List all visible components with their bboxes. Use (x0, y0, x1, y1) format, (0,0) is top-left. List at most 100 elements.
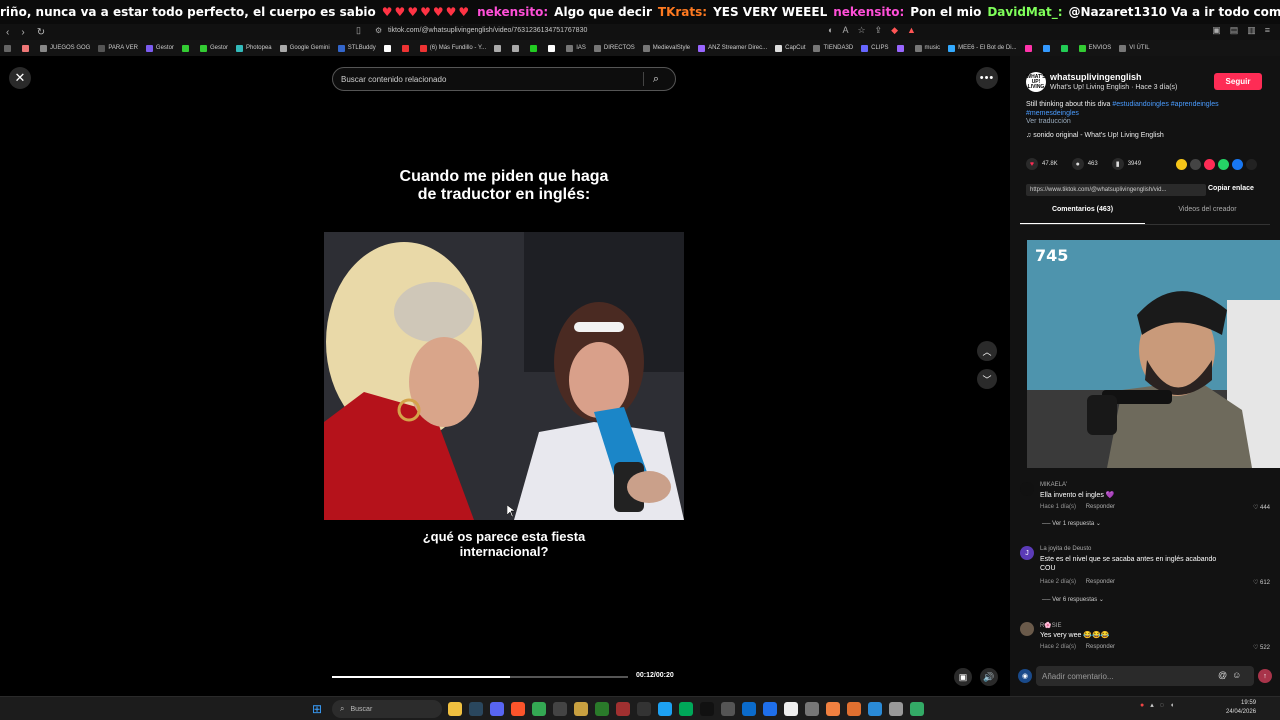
app-icon[interactable] (616, 702, 630, 716)
bookmark-item[interactable]: Gestor (199, 44, 228, 52)
app-icon[interactable] (700, 702, 714, 716)
bookmark-item[interactable]: Gestor (145, 44, 174, 52)
tray-icon[interactable]: ▴ (1150, 701, 1154, 709)
bookmark-item[interactable]: JUEGOS GOG (40, 44, 90, 52)
forward-icon[interactable]: › (21, 27, 24, 38)
warning-icon[interactable]: ▲ (907, 25, 916, 36)
post-link[interactable]: https://www.tiktok.com/@whatsuplivingeng… (1026, 184, 1206, 196)
bookmark-item[interactable]: MedievalStyle (642, 44, 690, 52)
bookmark-item[interactable] (896, 44, 907, 52)
app-icon[interactable] (868, 702, 882, 716)
app-icon[interactable] (784, 702, 798, 716)
bookmark-item[interactable]: music (914, 44, 940, 52)
app-icon[interactable] (574, 702, 588, 716)
send-comment-button[interactable]: ↑ (1258, 669, 1272, 683)
app-icon[interactable] (721, 702, 735, 716)
app-icon[interactable] (553, 702, 567, 716)
bookmark-item[interactable] (548, 44, 558, 52)
share-arrow-icon[interactable] (1246, 159, 1257, 170)
app-icon[interactable] (595, 702, 609, 716)
avatar[interactable]: J (1020, 546, 1034, 560)
reply-button[interactable]: Responder (1086, 579, 1115, 585)
follow-button[interactable]: Seguir (1214, 73, 1262, 90)
bookmark-item[interactable]: (6) Más Fundillo - Y... (419, 44, 486, 52)
mention-icon[interactable]: @ (1218, 670, 1227, 680)
app-icon[interactable] (910, 702, 924, 716)
bookmark-item[interactable] (1024, 44, 1035, 52)
bookmark-item[interactable]: ANZ Streamer Direc... (698, 44, 767, 52)
more-options-button[interactable]: ••• (976, 67, 998, 89)
app-icon[interactable] (826, 702, 840, 716)
bookmark-item[interactable] (494, 44, 504, 52)
comment-likes[interactable]: ♡ 612 (1253, 579, 1270, 586)
view-replies-button[interactable]: ── Ver 6 respuestas ⌄ (1042, 596, 1104, 603)
bookmark-item[interactable]: PARA VER (98, 44, 138, 52)
comment-icon[interactable]: ● (1071, 158, 1084, 170)
hashtag[interactable]: #aprendeingles (1171, 101, 1219, 108)
bookmark-item[interactable]: STLBuddy (337, 44, 376, 52)
app-icon[interactable] (805, 702, 819, 716)
network-icon[interactable]: ◌ (1160, 702, 1164, 709)
star-icon[interactable]: ☆ (857, 25, 865, 36)
reply-button[interactable]: Responder (1086, 504, 1115, 510)
bookmark-item[interactable] (401, 44, 412, 52)
hashtag[interactable]: #estudiandoingles (1112, 101, 1168, 108)
bookmark-item[interactable]: ENVIOS (1078, 44, 1111, 52)
site-info-icon[interactable]: ⚙ (375, 26, 382, 35)
copy-link-button[interactable]: Copiar enlace (1208, 185, 1254, 192)
translate-icon[interactable]: A (842, 25, 848, 36)
discord-icon[interactable] (490, 702, 504, 716)
bookmark-item[interactable] (1042, 44, 1053, 52)
bookmark-item[interactable]: MEE6 - El Bot de Di... (948, 44, 1017, 52)
menu-icon[interactable]: ≡ (1265, 25, 1270, 36)
app-icon[interactable] (658, 702, 672, 716)
creator-username[interactable]: whatsuplivingenglish (1050, 72, 1142, 82)
next-video-button[interactable]: ﹀ (977, 369, 997, 389)
bookmark-item[interactable]: CapCut (775, 44, 805, 52)
avatar[interactable] (1020, 622, 1034, 636)
address-bar[interactable]: tiktok.com/@whatsuplivingenglish/video/7… (388, 27, 587, 34)
share-icon[interactable]: ⇪ (875, 25, 883, 36)
bookmark-item[interactable]: VI ÚTIL (1119, 44, 1150, 52)
app-icon[interactable] (889, 702, 903, 716)
bookmark-icon[interactable]: ▯ (356, 25, 361, 36)
tab-creator-videos[interactable]: Videos del creador (1145, 206, 1270, 224)
apps-icon[interactable] (4, 44, 14, 52)
app-icon[interactable] (637, 702, 651, 716)
bookmark-item[interactable] (1060, 44, 1071, 52)
reload-icon[interactable]: ↻ (37, 27, 45, 38)
clock[interactable]: 19:59 24/04/2026 (1226, 699, 1256, 717)
bookmark-item[interactable]: DIRECTOS (593, 44, 635, 52)
bookmark-item[interactable] (181, 44, 192, 52)
comment-user[interactable]: MIKAELA' (1040, 482, 1067, 488)
bookmark-item[interactable] (512, 44, 522, 52)
search-input[interactable] (333, 74, 643, 84)
view-replies-button[interactable]: ── Ver 1 respuesta ⌄ (1042, 520, 1101, 527)
bookmark-item[interactable]: CLIPS (861, 44, 889, 52)
volume-icon[interactable]: ◖ (1170, 702, 1174, 709)
brave-icon[interactable] (511, 702, 525, 716)
bookmark-item[interactable] (530, 44, 540, 52)
creator-avatar[interactable]: WHAT'S UP! LIVING (1026, 72, 1046, 92)
comment-likes[interactable]: ♡ 522 (1253, 644, 1270, 651)
taskbar-search[interactable]: ⌕ Buscar (332, 700, 442, 718)
video-player[interactable]: Cuando me piden que haga de traductor en… (324, 96, 684, 694)
bookmark-item[interactable] (22, 44, 32, 52)
app-icon[interactable] (763, 702, 777, 716)
tab-comments[interactable]: Comentarios (463) (1020, 206, 1145, 224)
bookmark-icon[interactable]: ▮ (1111, 158, 1124, 170)
comment-likes[interactable]: ♡ 444 (1253, 504, 1270, 511)
repost-icon[interactable] (1176, 159, 1187, 170)
bookmark-item[interactable]: Google Gemini (279, 44, 330, 52)
app-icon[interactable] (847, 702, 861, 716)
back-icon[interactable]: ‹ (6, 27, 9, 38)
bookmark-item[interactable]: TIENDA3D (813, 44, 853, 52)
bookmark-item[interactable]: Photopea (235, 44, 272, 52)
app-icon[interactable] (742, 702, 756, 716)
comment-user[interactable]: R🌸SIE (1040, 622, 1061, 629)
chrome-icon[interactable] (532, 702, 546, 716)
embed-icon[interactable] (1190, 159, 1201, 170)
sidebar-icon[interactable]: ▤ (1230, 25, 1239, 36)
steam-icon[interactable] (469, 702, 483, 716)
bookmark-item[interactable]: IAS (566, 44, 586, 52)
